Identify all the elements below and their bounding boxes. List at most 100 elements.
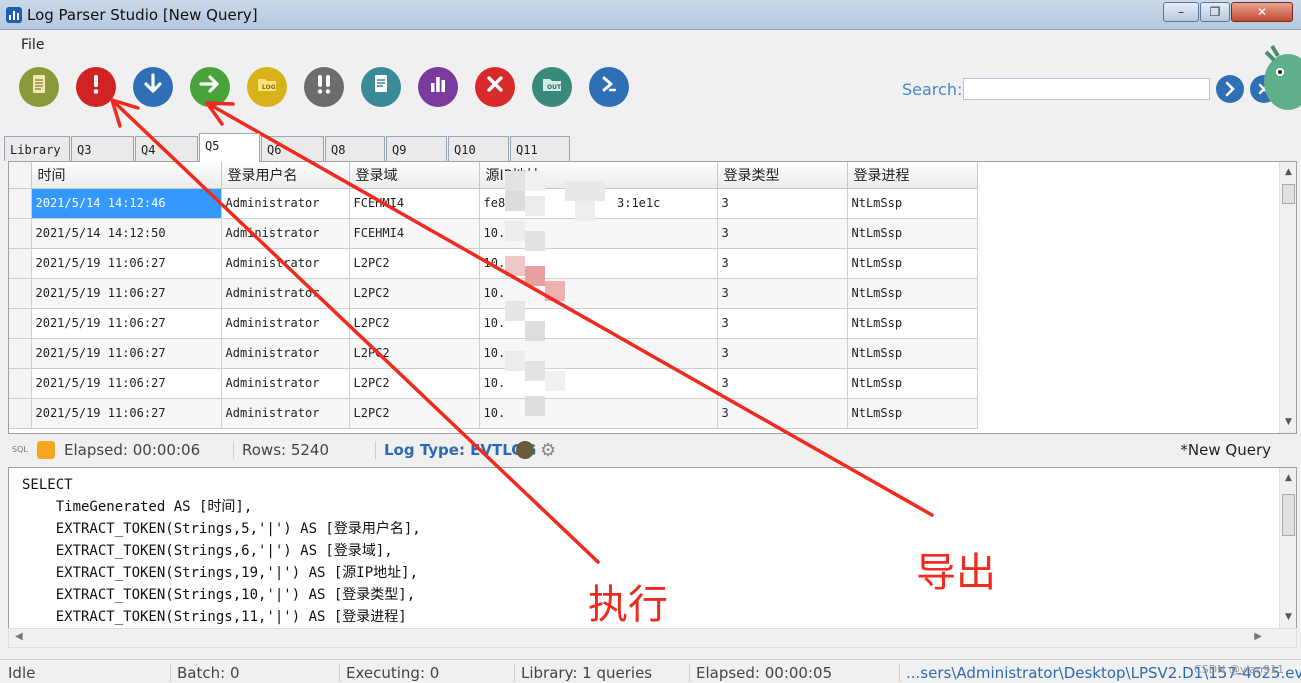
export-button[interactable] <box>190 67 230 107</box>
cell-time[interactable]: 2021/5/19 11:06:27 <box>31 308 222 339</box>
row-header[interactable] <box>9 278 32 309</box>
cell-username[interactable]: Administrator <box>221 218 350 249</box>
cell-logon-process[interactable]: NtLmSsp <box>847 188 978 219</box>
cell-time[interactable]: 2021/5/19 11:06:27 <box>31 368 222 399</box>
cell-logon-process[interactable]: NtLmSsp <box>847 398 978 429</box>
gear-icon[interactable]: ⚙ <box>540 440 556 461</box>
tab-q9[interactable]: Q9 <box>386 136 447 161</box>
scroll-up-icon[interactable]: ▲ <box>1280 470 1297 487</box>
cell-logon-type[interactable]: 3 <box>717 368 848 399</box>
powershell-button[interactable] <box>589 67 629 107</box>
tab-library[interactable]: Library <box>4 136 70 161</box>
search-go-button[interactable] <box>1216 75 1244 103</box>
tab-q6[interactable]: Q6 <box>261 136 324 161</box>
cell-logon-type[interactable]: 3 <box>717 338 848 369</box>
table-row[interactable]: 2021/5/19 11:06:27 Administrator L2PC2 1… <box>9 368 978 399</box>
editor-horizontal-scrollbar[interactable]: ◀ ▶ <box>8 628 1297 648</box>
scroll-left-icon[interactable]: ◀ <box>15 631 23 642</box>
execute-multiple-button[interactable] <box>304 67 344 107</box>
menu-file[interactable]: File <box>21 37 44 53</box>
output-folder-button[interactable]: OUT <box>532 67 572 107</box>
scroll-down-icon[interactable]: ▼ <box>1280 609 1297 626</box>
cell-time[interactable]: 2021/5/19 11:06:27 <box>31 278 222 309</box>
tab-q4[interactable]: Q4 <box>135 136 198 161</box>
editor-scrollbar[interactable]: ▲ ▼ <box>1279 468 1296 628</box>
cell-logon-process[interactable]: NtLmSsp <box>847 338 978 369</box>
column-header-time[interactable]: 时间 <box>31 162 222 189</box>
search-input[interactable] <box>963 78 1210 100</box>
cell-domain[interactable]: L2PC2 <box>349 398 480 429</box>
scroll-right-icon[interactable]: ▶ <box>1254 631 1262 642</box>
maximize-button[interactable]: ❐ <box>1200 2 1230 22</box>
row-header[interactable] <box>9 188 32 219</box>
cell-logon-type[interactable]: 3 <box>717 248 848 279</box>
cell-username[interactable]: Administrator <box>221 188 350 219</box>
cell-domain[interactable]: FCEHMI4 <box>349 218 480 249</box>
scroll-down-icon[interactable]: ▼ <box>1280 414 1296 431</box>
cell-logon-type[interactable]: 3 <box>717 278 848 309</box>
cell-logon-type[interactable]: 3 <box>717 308 848 339</box>
cell-source-ip-tail[interactable] <box>613 248 718 279</box>
cell-username[interactable]: Administrator <box>221 368 350 399</box>
cell-logon-process[interactable]: NtLmSsp <box>847 308 978 339</box>
cell-time[interactable]: 2021/5/14 14:12:50 <box>31 218 222 249</box>
cell-source-ip-tail[interactable] <box>613 398 718 429</box>
table-row[interactable]: 2021/5/19 11:06:27 Administrator L2PC2 1… <box>9 308 978 339</box>
row-header[interactable] <box>9 218 32 249</box>
row-header[interactable] <box>9 338 32 369</box>
cell-logon-type[interactable]: 3 <box>717 218 848 249</box>
cell-username[interactable]: Administrator <box>221 248 350 279</box>
cancel-button[interactable] <box>475 67 515 107</box>
scroll-thumb[interactable] <box>1282 184 1295 204</box>
cell-source-ip-tail[interactable] <box>613 368 718 399</box>
cell-logon-type[interactable]: 3 <box>717 188 848 219</box>
query-text[interactable]: SELECT TimeGenerated AS [时间], EXTRACT_TO… <box>22 474 421 628</box>
grid-scrollbar[interactable]: ▲ ▼ <box>1279 162 1296 433</box>
cell-source-ip-tail[interactable] <box>613 338 718 369</box>
cell-username[interactable]: Administrator <box>221 308 350 339</box>
cell-domain[interactable]: L2PC2 <box>349 248 480 279</box>
cell-logon-process[interactable]: NtLmSsp <box>847 248 978 279</box>
log-file-button[interactable]: LOG <box>247 67 287 107</box>
table-row[interactable]: 2021/5/19 11:06:27 Administrator L2PC2 1… <box>9 248 978 279</box>
cell-time[interactable]: 2021/5/19 11:06:27 <box>31 248 222 279</box>
cell-source-ip-tail[interactable]: 3:1e1c <box>613 188 718 219</box>
log-type-label[interactable]: Log Type: EVTLOG <box>375 441 536 459</box>
table-row[interactable]: 2021/5/14 14:12:46 Administrator FCEHMI4… <box>9 188 978 219</box>
table-row[interactable]: 2021/5/19 11:06:27 Administrator L2PC2 1… <box>9 278 978 309</box>
cell-domain[interactable]: L2PC2 <box>349 368 480 399</box>
row-header[interactable] <box>9 308 32 339</box>
close-button[interactable]: ✕ <box>1231 2 1293 22</box>
cell-time[interactable]: 2021/5/19 11:06:27 <box>31 338 222 369</box>
row-header[interactable] <box>9 398 32 429</box>
cell-logon-type[interactable]: 3 <box>717 398 848 429</box>
table-row[interactable]: 2021/5/19 11:06:27 Administrator L2PC2 1… <box>9 398 978 429</box>
tab-q11[interactable]: Q11 <box>510 136 570 161</box>
tab-q5[interactable]: Q5 <box>199 133 260 162</box>
cell-domain[interactable]: FCEHMI4 <box>349 188 480 219</box>
cell-time[interactable]: 2021/5/19 11:06:27 <box>31 398 222 429</box>
chart-button[interactable] <box>418 67 458 107</box>
cell-username[interactable]: Administrator <box>221 278 350 309</box>
cell-source-ip-tail[interactable] <box>613 308 718 339</box>
tab-q10[interactable]: Q10 <box>448 136 509 161</box>
cell-logon-process[interactable]: NtLmSsp <box>847 278 978 309</box>
minimize-button[interactable]: – <box>1163 2 1199 22</box>
cell-username[interactable]: Administrator <box>221 398 350 429</box>
log-type-dropdown-icon[interactable] <box>516 441 534 459</box>
cell-domain[interactable]: L2PC2 <box>349 338 480 369</box>
scroll-up-icon[interactable]: ▲ <box>1280 164 1296 181</box>
table-row[interactable]: 2021/5/14 14:12:50 Administrator FCEHMI4… <box>9 218 978 249</box>
cell-domain[interactable]: L2PC2 <box>349 278 480 309</box>
new-query-button[interactable] <box>19 67 59 107</box>
report-button[interactable] <box>361 67 401 107</box>
download-button[interactable] <box>133 67 173 107</box>
cell-domain[interactable]: L2PC2 <box>349 308 480 339</box>
column-header-logon-type[interactable]: 登录类型 <box>717 162 848 189</box>
cell-username[interactable]: Administrator <box>221 338 350 369</box>
execute-button[interactable] <box>76 67 116 107</box>
cell-source-ip-tail[interactable] <box>613 278 718 309</box>
column-header-logon-process[interactable]: 登录进程 <box>847 162 978 189</box>
cell-time[interactable]: 2021/5/14 14:12:46 <box>31 188 222 219</box>
scroll-thumb[interactable] <box>1282 494 1295 536</box>
